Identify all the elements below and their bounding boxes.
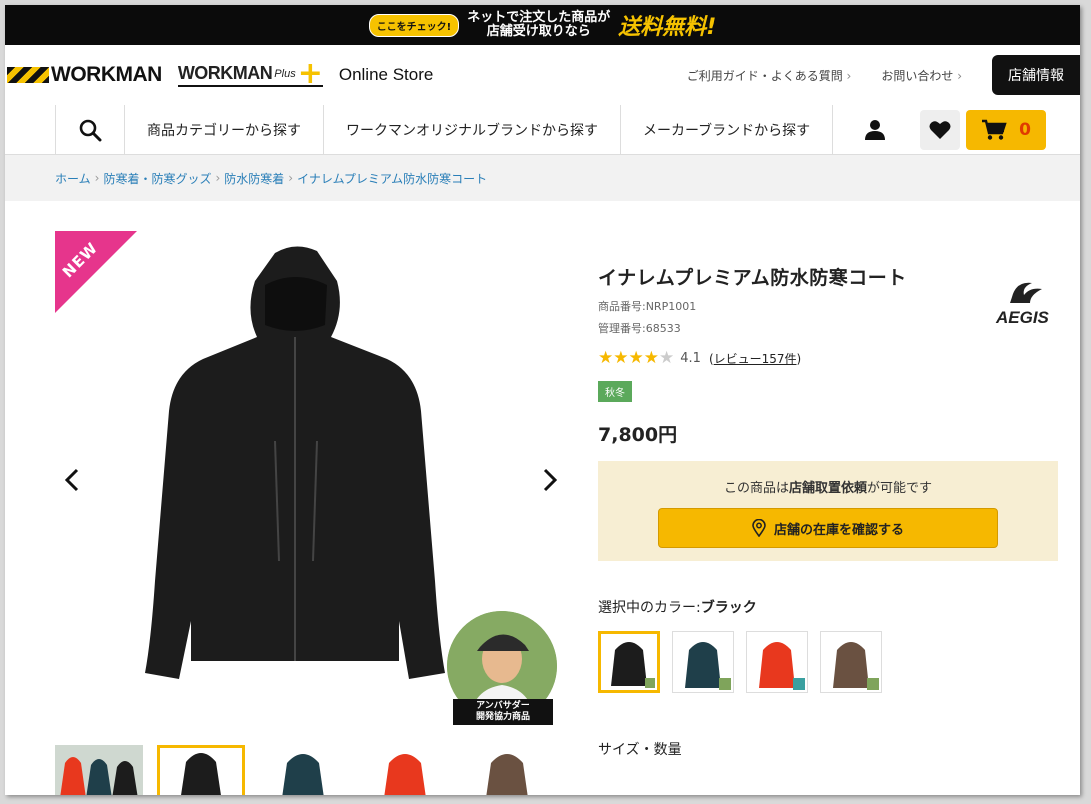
check-store-stock-label: 店舗の在庫を確認する bbox=[773, 522, 904, 538]
check-store-stock-button[interactable]: 店舗の在庫を確認する bbox=[658, 508, 998, 548]
workman-logo-stripes bbox=[7, 67, 49, 83]
review-link[interactable]: (レビュー157件) bbox=[709, 350, 801, 367]
thumbnail-brown[interactable] bbox=[463, 745, 551, 795]
workman-plus-logo-main: WORKMAN bbox=[177, 63, 273, 83]
thumbnail-strip bbox=[55, 745, 551, 795]
review-paren-close: ) bbox=[796, 352, 802, 366]
online-store-label: Online Store bbox=[338, 65, 434, 84]
main-product-image[interactable] bbox=[105, 241, 485, 691]
price: 7,800円 bbox=[598, 424, 678, 446]
breadcrumb-separator: › bbox=[215, 171, 221, 185]
breadcrumb-waterproof[interactable]: 防水防寒着 bbox=[224, 170, 284, 187]
promo-line1: ネットで注文した商品が bbox=[467, 10, 611, 25]
workman-logo[interactable]: WORKMAN bbox=[7, 63, 162, 87]
user-icon bbox=[865, 120, 885, 140]
review-link-text[interactable]: レビュー157件 bbox=[714, 352, 797, 366]
ambassador-line1: アンバサダー bbox=[476, 701, 530, 711]
site-header: WORKMAN WORKMAN Plus + Online Store ご利用ガ… bbox=[5, 45, 1080, 105]
breadcrumb-separator: › bbox=[288, 171, 294, 185]
new-badge-text: NEW bbox=[58, 238, 102, 282]
heart-icon bbox=[929, 121, 951, 139]
breadcrumb-separator: › bbox=[94, 171, 100, 185]
store-pickup-post: が可能です bbox=[867, 481, 933, 496]
swatch-teal[interactable] bbox=[672, 631, 734, 693]
contact-link[interactable]: お問い合わせ bbox=[881, 67, 962, 84]
manage-number: 管理番号:68533 bbox=[598, 322, 681, 335]
cart-button[interactable]: 0 bbox=[966, 110, 1046, 150]
ambassador-label: アンバサダー 開発協力商品 bbox=[453, 699, 553, 725]
color-swatches bbox=[598, 631, 1060, 693]
thumbnail-lineup[interactable] bbox=[55, 745, 143, 795]
gallery-prev-button[interactable] bbox=[63, 467, 81, 500]
header-links: ご利用ガイド・よくある質問 お問い合わせ 店舗情報 bbox=[687, 55, 1080, 95]
ambassador-line2: 開発協力商品 bbox=[475, 712, 530, 722]
cart-count: 0 bbox=[1019, 120, 1031, 140]
season-tag: 秋冬 bbox=[598, 381, 632, 402]
workman-plus-logo-cross: + bbox=[297, 55, 323, 91]
thumbnail-red[interactable] bbox=[361, 745, 449, 795]
favorites-button[interactable] bbox=[920, 110, 960, 150]
ambassador-badge: アンバサダー 開発協力商品 bbox=[447, 611, 559, 731]
star-empty-icon: ★ bbox=[659, 348, 675, 368]
account-button[interactable] bbox=[842, 109, 908, 151]
nav-maker-brand[interactable]: メーカーブランドから探す bbox=[621, 104, 834, 155]
product-gallery: NEW アンバサダー 開発協力商品 bbox=[55, 231, 559, 751]
star-icon: ★ bbox=[613, 348, 629, 368]
guide-faq-link[interactable]: ご利用ガイド・よくある質問 bbox=[687, 67, 852, 84]
color-selected-name: ブラック bbox=[700, 600, 757, 616]
nav-original-brand[interactable]: ワークマンオリジナルブランドから探す bbox=[324, 104, 621, 155]
store-pickup-text: この商品は店舗取置依頼が可能です bbox=[598, 477, 1058, 496]
swatch-black[interactable] bbox=[598, 631, 660, 693]
swatch-brown[interactable] bbox=[820, 631, 882, 693]
selected-color-label: 選択中のカラー:ブラック bbox=[598, 597, 1060, 617]
product-title: イナレムプレミアム防水防寒コート bbox=[598, 267, 907, 289]
promo-text: ネットで注文した商品が 店舗受け取りなら bbox=[467, 11, 610, 39]
nav-category[interactable]: 商品カテゴリーから探す bbox=[125, 104, 324, 155]
thumbnail-teal[interactable] bbox=[259, 745, 347, 795]
map-pin-icon bbox=[752, 519, 766, 537]
item-number: 商品番号:NRP1001 bbox=[598, 300, 697, 313]
product-info: イナレムプレミアム防水防寒コート 商品番号:NRP1001 管理番号:68533… bbox=[598, 263, 1060, 759]
search-button[interactable] bbox=[55, 104, 125, 155]
nav-actions: 0 bbox=[842, 109, 1046, 151]
workman-plus-logo[interactable]: WORKMAN Plus + bbox=[177, 55, 323, 91]
search-icon bbox=[79, 119, 102, 141]
star-icon: ★ bbox=[628, 348, 644, 368]
breadcrumb: ホーム › 防寒着・防寒グッズ › 防水防寒着 › イナレムプレミアム防水防寒コ… bbox=[5, 155, 1080, 201]
star-icon: ★ bbox=[643, 348, 659, 368]
rating-value: 4.1 bbox=[680, 351, 701, 366]
color-label-prefix: 選択中のカラー: bbox=[598, 600, 701, 616]
workman-plus-logo-small: Plus bbox=[274, 67, 296, 80]
thumbnail-black[interactable] bbox=[157, 745, 245, 795]
workman-logo-text: WORKMAN bbox=[51, 63, 162, 86]
size-quantity-label: サイズ・数量 bbox=[598, 742, 682, 758]
aegis-brand-logo[interactable]: AEGIS bbox=[994, 279, 1050, 329]
gallery-next-button[interactable] bbox=[541, 467, 559, 500]
svg-text:AEGIS: AEGIS bbox=[995, 308, 1050, 327]
chevron-left-icon bbox=[64, 468, 79, 492]
cart-icon bbox=[982, 119, 1007, 140]
promo-banner[interactable]: ここをチェック! ネットで注文した商品が 店舗受け取りなら 送料無料! bbox=[5, 5, 1080, 45]
store-info-button[interactable]: 店舗情報 bbox=[992, 55, 1080, 95]
store-pickup-pre: この商品は bbox=[723, 481, 789, 496]
browser-page: ここをチェック! ネットで注文した商品が 店舗受け取りなら 送料無料! WORK… bbox=[5, 5, 1080, 795]
star-icon: ★ bbox=[598, 348, 614, 368]
store-pickup-box: この商品は店舗取置依頼が可能です 店舗の在庫を確認する bbox=[598, 461, 1058, 561]
breadcrumb-current[interactable]: イナレムプレミアム防水防寒コート bbox=[297, 170, 487, 187]
chevron-right-icon bbox=[543, 468, 558, 492]
promo-line2: 店舗受け取りなら bbox=[486, 24, 591, 39]
breadcrumb-cold-wear[interactable]: 防寒着・防寒グッズ bbox=[103, 170, 211, 187]
main-nav: 商品カテゴリーから探す ワークマンオリジナルブランドから探す メーカーブランドか… bbox=[5, 104, 1080, 155]
breadcrumb-home[interactable]: ホーム bbox=[55, 170, 91, 187]
promo-free-shipping: 送料無料! bbox=[618, 15, 717, 40]
store-pickup-bold: 店舗取置依頼 bbox=[788, 481, 867, 496]
promo-badge: ここをチェック! bbox=[368, 13, 460, 37]
swatch-red[interactable] bbox=[746, 631, 808, 693]
rating-row: ★ ★ ★ ★ ★ 4.1 (レビュー157件) bbox=[598, 350, 1060, 367]
